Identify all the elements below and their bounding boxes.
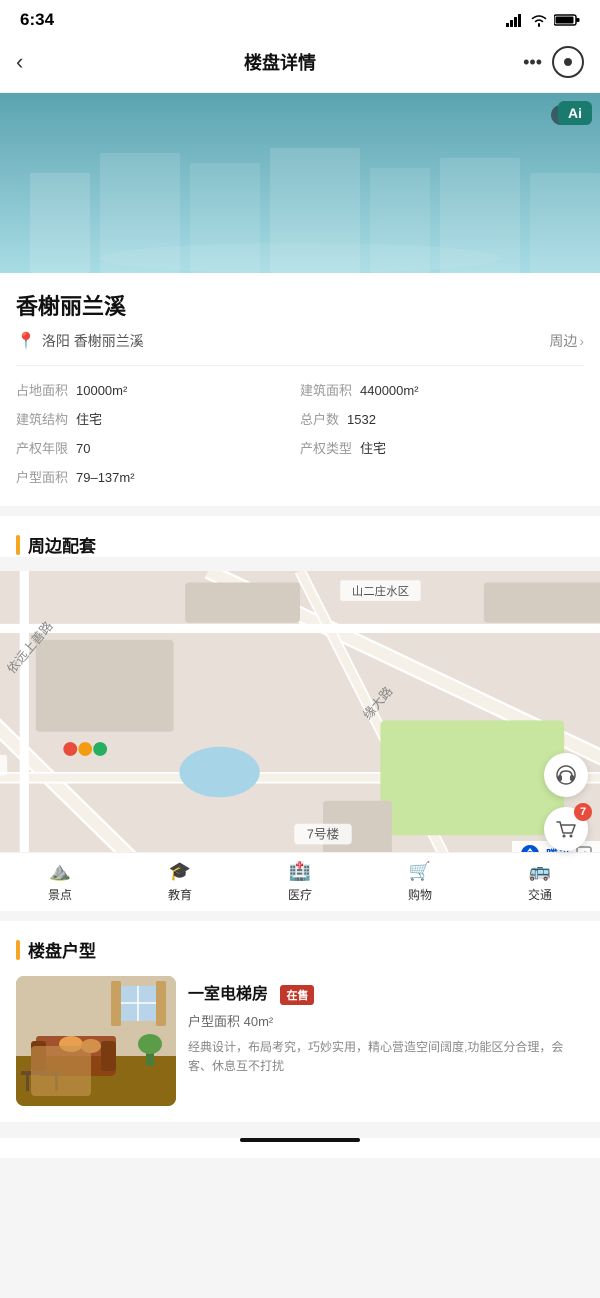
nearby-button[interactable]: 周边 › bbox=[549, 331, 584, 351]
room-image-svg bbox=[16, 976, 176, 1106]
detail-value: 1532 bbox=[347, 412, 376, 427]
detail-value: 住宅 bbox=[360, 438, 386, 457]
house-type-card[interactable]: 一室电梯房 在售 户型面积 40m² 经典设计，布局考究，巧妙实用，精心营造空间… bbox=[16, 976, 584, 1106]
nav-actions: ••• bbox=[504, 46, 584, 78]
cart-icon bbox=[555, 818, 577, 840]
category-medical[interactable]: 🏥 医疗 bbox=[288, 861, 312, 903]
property-details: 占地面积 10000m² 建筑面积 440000m² 建筑结构 住宅 总户数 1… bbox=[16, 380, 584, 486]
education-label: 教育 bbox=[168, 886, 192, 903]
location-pin-icon: 📍 bbox=[16, 331, 36, 351]
detail-units: 总户数 1532 bbox=[300, 409, 584, 428]
hero-image: 1/1 Ai bbox=[0, 93, 600, 273]
transport-icon: 🚌 bbox=[529, 861, 551, 882]
detail-structure: 建筑结构 住宅 bbox=[16, 409, 300, 428]
nearby-label: 周边 bbox=[549, 331, 577, 351]
detail-label: 总户数 bbox=[300, 409, 339, 428]
house-type-name: 一室电梯房 在售 bbox=[188, 980, 584, 1005]
detail-value: 79–137m² bbox=[76, 470, 135, 485]
nearby-section-title: 周边配套 bbox=[28, 532, 96, 557]
cart-badge: 7 bbox=[574, 803, 592, 821]
section-bar bbox=[16, 535, 20, 555]
hero-visual bbox=[0, 93, 600, 273]
house-type-info: 一室电梯房 在售 户型面积 40m² 经典设计，布局考究，巧妙实用，精心营造空间… bbox=[188, 976, 584, 1106]
floating-buttons: 7 bbox=[544, 753, 588, 851]
detail-ownership-years: 产权年限 70 bbox=[16, 438, 300, 457]
transport-label: 交通 bbox=[528, 886, 552, 903]
detail-unit-area: 户型面积 79–137m² bbox=[16, 467, 584, 486]
battery-icon bbox=[554, 13, 580, 27]
category-transport[interactable]: 🚌 交通 bbox=[528, 861, 552, 903]
detail-label: 户型面积 bbox=[16, 467, 68, 486]
detail-value: 70 bbox=[76, 441, 90, 456]
medical-label: 医疗 bbox=[288, 886, 312, 903]
scenic-label: 景点 bbox=[48, 886, 72, 903]
wifi-icon bbox=[530, 13, 548, 27]
bottom-bar bbox=[0, 1138, 600, 1158]
shopping-icon: 🛒 bbox=[409, 861, 431, 882]
cart-button[interactable]: 7 bbox=[544, 807, 588, 851]
detail-value: 10000m² bbox=[76, 383, 127, 398]
property-location: 📍 洛阳 香榭丽兰溪 周边 › bbox=[16, 331, 584, 351]
detail-value: 440000m² bbox=[360, 383, 419, 398]
signal-icon bbox=[506, 13, 524, 27]
chevron-right-icon: › bbox=[579, 333, 584, 349]
detail-value: 住宅 bbox=[76, 409, 102, 428]
detail-label: 建筑面积 bbox=[300, 380, 352, 399]
scenic-icon: ⛰️ bbox=[49, 861, 71, 882]
section-gap-2 bbox=[0, 911, 600, 921]
svg-text:山二庄水区: 山二庄水区 bbox=[352, 584, 409, 598]
house-type-status-badge: 在售 bbox=[280, 985, 314, 1005]
section-bar-2 bbox=[16, 940, 20, 960]
detail-label: 占地面积 bbox=[16, 380, 68, 399]
map-categories: ⛰️ 景点 🎓 教育 🏥 医疗 🛒 购物 🚌 交通 bbox=[0, 852, 600, 911]
back-button[interactable]: ‹ bbox=[16, 49, 56, 75]
property-name: 香榭丽兰溪 bbox=[16, 289, 584, 321]
house-type-area: 户型面积 40m² bbox=[188, 1011, 584, 1030]
section-gap bbox=[0, 506, 600, 516]
medical-icon: 🏥 bbox=[289, 861, 311, 882]
house-type-image bbox=[16, 976, 176, 1106]
status-time: 6:34 bbox=[20, 10, 54, 30]
detail-label: 产权类型 bbox=[300, 438, 352, 457]
customer-service-button[interactable] bbox=[544, 753, 588, 797]
house-type-header: 楼盘户型 bbox=[16, 937, 584, 962]
detail-ownership-type: 产权类型 住宅 bbox=[300, 438, 584, 457]
page-title: 楼盘详情 bbox=[56, 49, 504, 75]
category-shopping[interactable]: 🛒 购物 bbox=[408, 861, 432, 903]
house-type-section: 楼盘户型 bbox=[0, 921, 600, 1122]
category-education[interactable]: 🎓 教育 bbox=[168, 861, 192, 903]
house-type-title: 楼盘户型 bbox=[28, 937, 96, 962]
location-text: 洛阳 香榭丽兰溪 bbox=[42, 331, 144, 351]
map-container[interactable]: 依远上善路 缘大路 7号楼 南区) 山二庄水区 腾讯 ⛰️ 景点 bbox=[0, 571, 600, 911]
detail-label: 产权年限 bbox=[16, 438, 68, 457]
target-button[interactable] bbox=[552, 46, 584, 78]
status-icons bbox=[506, 13, 580, 27]
detail-label: 建筑结构 bbox=[16, 409, 68, 428]
nearby-section: 周边配套 bbox=[0, 516, 600, 557]
detail-land-area: 占地面积 10000m² bbox=[16, 380, 300, 399]
headphone-icon bbox=[555, 764, 577, 786]
section-header: 周边配套 bbox=[16, 532, 584, 557]
svg-text:7号楼: 7号楼 bbox=[307, 828, 340, 842]
location-left: 📍 洛阳 香榭丽兰溪 bbox=[16, 331, 144, 351]
divider bbox=[16, 365, 584, 366]
education-icon: 🎓 bbox=[169, 861, 191, 882]
ai-tag[interactable]: Ai bbox=[558, 101, 592, 125]
shopping-label: 购物 bbox=[408, 886, 432, 903]
nav-bar: ‹ 楼盘详情 ••• bbox=[0, 36, 600, 93]
status-bar: 6:34 bbox=[0, 0, 600, 36]
category-scenic[interactable]: ⛰️ 景点 bbox=[48, 861, 72, 903]
detail-building-area: 建筑面积 440000m² bbox=[300, 380, 584, 399]
house-type-description: 经典设计，布局考究，巧妙实用，精心营造空间阔度,功能区分合理，会客、休息互不打扰 bbox=[188, 1038, 584, 1076]
home-indicator bbox=[240, 1138, 360, 1142]
property-info: 香榭丽兰溪 📍 洛阳 香榭丽兰溪 周边 › 占地面积 10000m² 建筑面积 … bbox=[0, 273, 600, 506]
target-inner bbox=[564, 58, 572, 66]
more-button[interactable]: ••• bbox=[523, 52, 542, 73]
